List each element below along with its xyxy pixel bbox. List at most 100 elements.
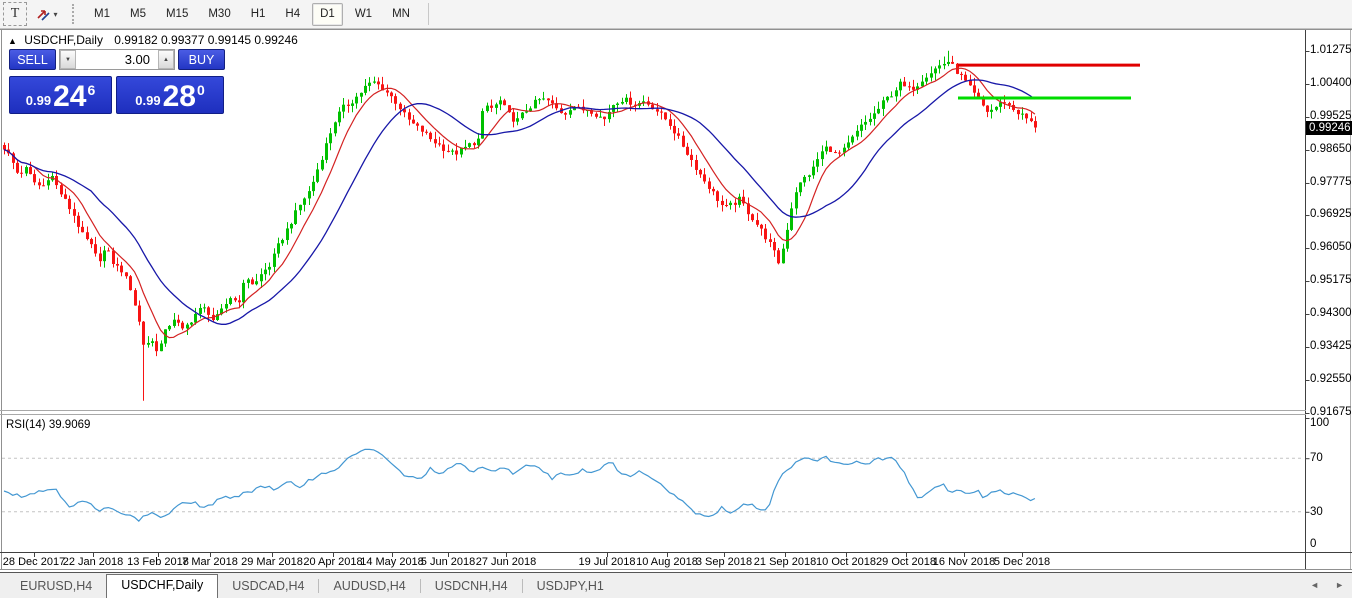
- candle-body: [1030, 118, 1033, 121]
- candle-body: [712, 189, 715, 191]
- price-axis-label: 0.93425: [1310, 340, 1352, 352]
- candle-body: [294, 210, 297, 224]
- sell-price-small: 0.99: [26, 93, 51, 108]
- tab-scroll-controls: ◄ ►: [1310, 580, 1344, 590]
- candle-body: [534, 100, 537, 109]
- time-axis-label: 5 Jun 2018: [421, 556, 475, 568]
- candle-body: [738, 197, 741, 205]
- candle-body: [808, 175, 811, 177]
- rsi-axis-label: 100: [1310, 417, 1329, 429]
- candle-body: [790, 208, 793, 229]
- volume-decrease-button[interactable]: ▼: [60, 50, 76, 69]
- candle-body: [451, 151, 454, 152]
- candle-body: [964, 75, 967, 81]
- time-axis-label: 20 Apr 2018: [303, 556, 362, 568]
- candle-body: [434, 139, 437, 143]
- candle-body: [234, 298, 237, 300]
- candle-body: [947, 62, 950, 64]
- candle-body: [260, 274, 263, 281]
- current-price-badge: 0.99246: [1306, 121, 1352, 135]
- candle-body: [29, 167, 32, 174]
- candle-body: [873, 113, 876, 119]
- candle-body: [438, 143, 441, 144]
- candle-body: [112, 251, 115, 264]
- time-axis-label: 28 Dec 2017: [3, 556, 65, 568]
- candle-body: [186, 325, 189, 329]
- candle-body: [347, 105, 350, 106]
- candle-body: [368, 83, 371, 86]
- candle-body: [342, 105, 345, 112]
- candle-body: [725, 205, 728, 206]
- time-axis-label: 10 Oct 2018: [816, 556, 876, 568]
- rsi-axis-label: 70: [1310, 452, 1323, 464]
- candle-body: [756, 220, 759, 225]
- candle-body: [377, 81, 380, 84]
- candle-body: [94, 244, 97, 253]
- candle-body: [695, 160, 698, 170]
- candle-body: [656, 109, 659, 111]
- sell-button[interactable]: SELL: [9, 49, 56, 70]
- sell-price-box[interactable]: 0.99 24 6: [9, 76, 112, 114]
- ma-slow-line: [4, 80, 1035, 324]
- time-axis-label: 21 Sep 2018: [754, 556, 816, 568]
- candle-body: [77, 216, 80, 227]
- time-axis-label: 10 Aug 2018: [636, 556, 698, 568]
- time-axis-label: 19 Jul 2018: [579, 556, 636, 568]
- candle-body: [986, 106, 989, 112]
- buy-button[interactable]: BUY: [178, 49, 225, 70]
- candle-body: [851, 137, 854, 143]
- rsi-indicator-label: RSI(14) 39.9069: [6, 419, 90, 431]
- candle-body: [682, 136, 685, 147]
- candle-body: [547, 98, 550, 100]
- candle-body: [421, 126, 424, 132]
- candle-body: [990, 110, 993, 112]
- candle-body: [464, 147, 467, 148]
- candle-body: [86, 232, 89, 239]
- candle-body: [203, 307, 206, 308]
- chart-ohlc-values: 0.99182 0.99377 0.99145 0.99246: [114, 33, 298, 47]
- candle-body: [799, 182, 802, 192]
- volume-increase-button[interactable]: ▲: [158, 50, 174, 69]
- candle-body: [151, 341, 154, 343]
- price-axis-label: 0.96925: [1310, 208, 1352, 220]
- candle-body: [551, 100, 554, 103]
- candle-body: [412, 120, 415, 124]
- tab-scroll-right-icon[interactable]: ►: [1335, 580, 1344, 590]
- candle-body: [729, 203, 732, 205]
- candle-body: [995, 107, 998, 110]
- candle-body: [447, 151, 450, 152]
- candle-body: [47, 180, 50, 185]
- candle-body: [103, 250, 106, 261]
- one-click-trading-panel: SELL ▼ ▲ BUY 0.99 24 6 0.99 28 0: [9, 49, 225, 114]
- candle-body: [960, 74, 963, 75]
- candle-body: [777, 250, 780, 263]
- candle-body: [364, 86, 367, 93]
- candle-body: [751, 214, 754, 220]
- tab-scroll-left-icon[interactable]: ◄: [1310, 580, 1319, 590]
- candle-body: [473, 143, 476, 145]
- price-axis-label: 0.98650: [1310, 143, 1352, 155]
- candle-body: [155, 341, 158, 351]
- candle-body: [251, 279, 254, 284]
- buy-price-box[interactable]: 0.99 28 0: [116, 76, 224, 114]
- candle-body: [795, 192, 798, 208]
- candle-body: [264, 270, 267, 275]
- candle-body: [360, 93, 363, 97]
- candle-body: [690, 155, 693, 160]
- candle-body: [160, 344, 163, 352]
- price-axis-label: 0.97775: [1310, 176, 1352, 188]
- time-axis-label: 22 Jan 2018: [63, 556, 124, 568]
- collapse-icon[interactable]: ▲: [8, 36, 17, 46]
- candle-body: [238, 300, 241, 302]
- candle-body: [899, 82, 902, 91]
- candle-body: [308, 191, 311, 198]
- volume-spinner: ▼ ▲: [59, 49, 175, 70]
- price-axis-label: 0.92550: [1310, 373, 1352, 385]
- time-axis-label: 29 Oct 2018: [876, 556, 936, 568]
- candle-body: [982, 99, 985, 106]
- candle-body: [325, 143, 328, 160]
- candle-body: [1025, 114, 1028, 119]
- candle-body: [81, 227, 84, 232]
- candle-body: [199, 308, 202, 314]
- volume-input[interactable]: [76, 50, 158, 69]
